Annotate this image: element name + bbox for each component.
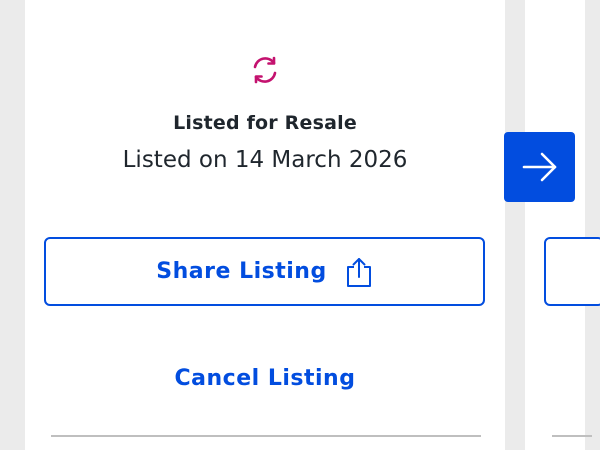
- arrow-right-icon: [522, 152, 556, 182]
- next-card-divider: [552, 435, 592, 437]
- resale-sync-icon: [253, 56, 277, 84]
- share-upload-icon: [346, 257, 371, 287]
- listing-date: Listed on 14 March 2026: [122, 147, 408, 173]
- ticket-card: Listed for Resale Listed on 14 March 202…: [25, 0, 505, 450]
- share-listing-button[interactable]: Share Listing: [44, 237, 485, 306]
- share-listing-label: Share Listing: [156, 259, 327, 284]
- card-divider: [51, 435, 481, 437]
- cancel-listing-link[interactable]: Cancel Listing: [25, 366, 505, 391]
- carousel-next-button[interactable]: [504, 132, 575, 202]
- listing-status-title: Listed for Resale: [173, 112, 357, 134]
- next-ticket-card-partial: [525, 0, 600, 450]
- next-card-button-partial[interactable]: [544, 237, 600, 306]
- resale-listing-carousel: Listed for Resale Listed on 14 March 202…: [0, 0, 600, 450]
